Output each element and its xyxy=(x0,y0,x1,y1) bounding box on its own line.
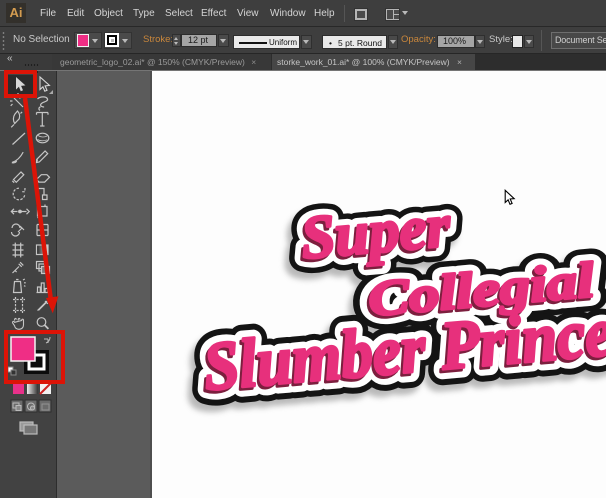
svg-text:Super: Super xyxy=(298,192,454,272)
